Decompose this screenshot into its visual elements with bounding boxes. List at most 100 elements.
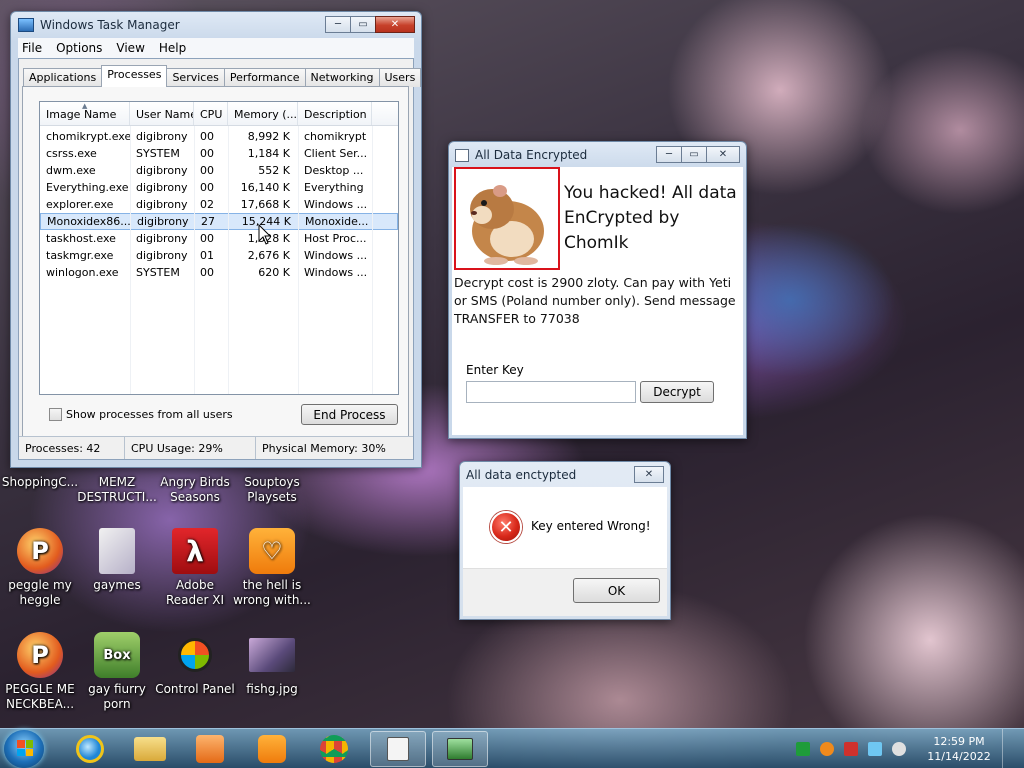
menu-file[interactable]: File [22, 41, 42, 55]
desktop-icon-peggle-me[interactable]: P PEGGLE ME NECKBEA... [0, 632, 80, 712]
maximize-icon: ▭ [358, 19, 368, 30]
windows-logo-icon [17, 740, 33, 756]
ransom-headline: You hacked! All data EnCrypted by ChomIk [564, 183, 737, 253]
ransom-message: Decrypt cost is 2900 zloty. Can pay with… [454, 275, 736, 326]
table-row[interactable]: taskhost.exe digibrony 00 1,528 K Host Proc.… [40, 230, 398, 247]
tab-performance[interactable]: Performance [223, 68, 306, 87]
tray-network-icon[interactable] [868, 742, 882, 756]
peggle-icon: P [17, 632, 63, 678]
process-list-header: ▲ Image Name User Name CPU Memory (... De… [40, 102, 398, 126]
show-all-users-checkbox[interactable] [49, 408, 62, 421]
close-button[interactable]: ✕ [706, 146, 740, 163]
row-user-name: digibrony [136, 232, 188, 245]
table-row[interactable]: Everything.exe digibrony 00 16,140 K Everyth… [40, 179, 398, 196]
row-cpu: 27 [201, 215, 215, 228]
desktop-icon-box[interactable]: Box gay fiurry porn [77, 632, 157, 712]
tray-flag-icon[interactable] [844, 742, 858, 756]
mouse-cursor-icon [258, 224, 272, 245]
table-row[interactable]: Monoxidex86.... digibrony 27 15,244 K Monoxi… [40, 213, 398, 230]
maximize-button[interactable]: ▭ [681, 146, 707, 163]
tray-monitor-icon[interactable] [796, 742, 810, 756]
desktop-icon-label: fishg.jpg [246, 682, 298, 696]
table-row[interactable]: chomikrypt.exe digibrony 00 8,992 K chomikry… [40, 128, 398, 145]
key-input[interactable] [466, 381, 636, 403]
taskbar-ie[interactable] [62, 731, 118, 767]
desktop-icon-adobe-reader[interactable]: λ Adobe Reader XI [155, 528, 235, 608]
desktop-icon-the-hell[interactable]: ♡ the hell is wrong with... [232, 528, 312, 608]
table-row[interactable]: dwm.exe digibrony 00 552 K Desktop ... [40, 162, 398, 179]
taskbar-ransom-app[interactable] [370, 731, 426, 767]
row-description: Monoxide... [305, 215, 369, 228]
close-button[interactable]: ✕ [634, 466, 664, 483]
tab-users[interactable]: Users [378, 68, 422, 87]
menu-help[interactable]: Help [159, 41, 186, 55]
tray-volume-icon[interactable] [892, 742, 906, 756]
status-processes: Processes: 42 [19, 437, 125, 459]
table-row[interactable]: taskmgr.exe digibrony 01 2,676 K Windows ... [40, 247, 398, 264]
table-row[interactable]: winlogon.exe SYSTEM 00 620 K Windows ... [40, 264, 398, 281]
row-description: Everything [304, 181, 364, 194]
row-image-name: dwm.exe [46, 164, 96, 177]
maximize-button[interactable]: ▭ [350, 16, 376, 33]
ransom-window[interactable]: All Data Encrypted ─ ▭ ✕ You hacked! All… [448, 141, 747, 439]
taskbar-media[interactable] [182, 731, 238, 767]
error-dialog[interactable]: All data enctypted ✕ ✕ Key entered Wrong… [459, 461, 671, 620]
table-row[interactable]: csrss.exe SYSTEM 00 1,184 K Client Ser... [40, 145, 398, 162]
row-user-name: digibrony [137, 215, 189, 228]
hamster-icon [470, 185, 544, 265]
row-image-name: chomikrypt.exe [46, 130, 130, 143]
desktop-icon-label: gaymes [93, 578, 141, 592]
desktop-icon-control-panel[interactable]: Control Panel [155, 632, 235, 697]
desktop-top-label-3[interactable]: Souptoys Playsets [232, 475, 312, 505]
dialog-title: All data enctypted [466, 468, 577, 482]
clock-time: 12:59 PM [933, 735, 985, 748]
desktop-icon-peggle-my-heggle[interactable]: P peggle my heggle [0, 528, 80, 608]
minimize-button[interactable]: ─ [325, 16, 351, 33]
desktop-top-label-0[interactable]: ShoppingC... [0, 475, 80, 490]
column-cpu[interactable]: CPU [194, 102, 228, 125]
menu-options[interactable]: Options [56, 41, 102, 55]
desktop-top-label-2[interactable]: Angry Birds Seasons [155, 475, 235, 505]
show-all-users-row: Show processes from all users [49, 408, 233, 421]
column-memory[interactable]: Memory (... [228, 102, 298, 125]
minimize-icon: ─ [334, 19, 342, 30]
adobe-reader-icon: λ [172, 528, 218, 574]
taskbar-clock[interactable]: 12:59 PM 11/14/2022 [922, 734, 996, 764]
taskbar-explorer[interactable] [122, 731, 178, 767]
menu-view[interactable]: View [116, 41, 144, 55]
clock-date: 11/14/2022 [927, 750, 991, 763]
desktop-icon-fishg[interactable]: fishg.jpg [232, 632, 312, 697]
tab-services[interactable]: Services [166, 68, 225, 87]
minimize-button[interactable]: ─ [656, 146, 682, 163]
desktop-top-label-1[interactable]: MEMZ DESTRUCTI... [77, 475, 157, 505]
row-description: chomikrypt [304, 130, 367, 143]
process-list[interactable]: ▲ Image Name User Name CPU Memory (... De… [39, 101, 399, 395]
tray-search-icon[interactable] [820, 742, 834, 756]
taskbar-chrome[interactable] [306, 731, 362, 767]
close-button[interactable]: ✕ [375, 16, 415, 33]
tab-processes[interactable]: Processes [101, 65, 168, 87]
show-desktop-button[interactable] [1002, 729, 1016, 768]
column-user-name[interactable]: User Name [130, 102, 194, 125]
folder-icon [134, 737, 166, 761]
taskbar-task-manager[interactable] [432, 731, 488, 767]
row-cpu: 00 [200, 147, 214, 160]
column-image-name[interactable]: ▲ Image Name [40, 102, 130, 125]
end-process-button[interactable]: End Process [301, 404, 398, 425]
row-user-name: digibrony [136, 249, 188, 262]
table-row[interactable]: explorer.exe digibrony 02 17,668 K Windows .… [40, 196, 398, 213]
uc-browser-icon: ♡ [249, 528, 295, 574]
tab-networking[interactable]: Networking [304, 68, 380, 87]
tab-applications[interactable]: Applications [23, 68, 103, 87]
row-cpu: 00 [200, 181, 214, 194]
taskbar-uc[interactable] [244, 731, 300, 767]
desktop-icon-gaymes[interactable]: gaymes [77, 528, 157, 593]
ok-button[interactable]: OK [573, 578, 660, 603]
decrypt-button[interactable]: Decrypt [640, 381, 714, 403]
column-description[interactable]: Description [298, 102, 372, 125]
desktop-icon-label: gay fiurry porn [88, 682, 146, 711]
processes-panel: ▲ Image Name User Name CPU Memory (... De… [22, 86, 409, 444]
task-manager-window[interactable]: Windows Task Manager ─ ▭ ✕ File Options … [10, 11, 422, 468]
start-button[interactable] [4, 730, 44, 768]
window-title: All Data Encrypted [475, 148, 588, 162]
